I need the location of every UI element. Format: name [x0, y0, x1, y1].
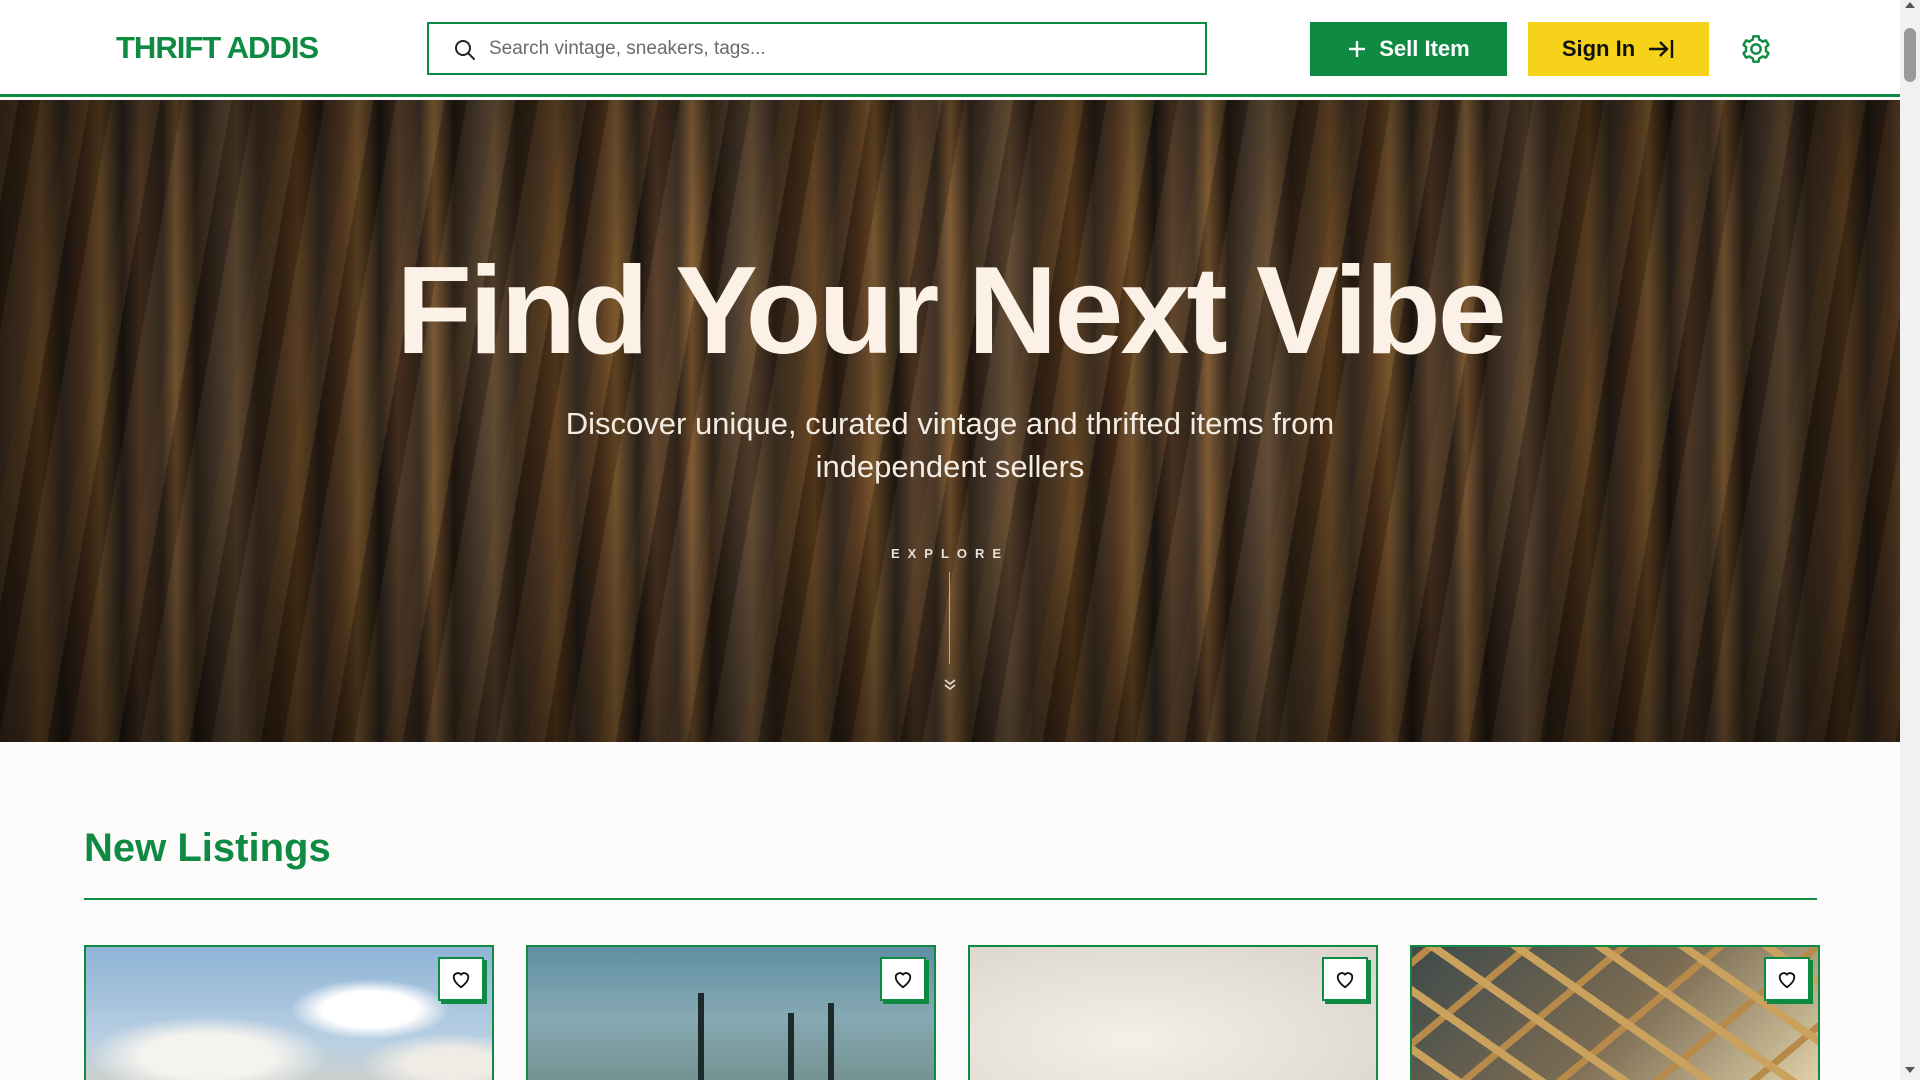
search-icon — [455, 40, 475, 60]
heart-icon — [1778, 972, 1796, 989]
hero-banner: Find Your Next Vibe Discover unique, cur… — [0, 100, 1900, 742]
favorite-button[interactable] — [1322, 957, 1368, 1001]
sign-in-button[interactable]: Sign In — [1528, 22, 1709, 76]
favorite-button[interactable] — [880, 957, 926, 1001]
top-nav: THRIFT ADDIS Sell Item Sign In — [0, 0, 1900, 97]
favorite-button[interactable] — [1764, 957, 1810, 1001]
brand-logo[interactable]: THRIFT ADDIS — [116, 30, 319, 66]
listing-card[interactable] — [84, 945, 494, 1080]
listing-card[interactable] — [1410, 945, 1820, 1080]
listing-image[interactable] — [970, 947, 1376, 1080]
page-scrollbar[interactable] — [1900, 0, 1920, 1080]
chevron-down-icon[interactable] — [942, 676, 958, 692]
search-bar[interactable] — [427, 22, 1207, 75]
listing-image[interactable] — [1412, 947, 1818, 1080]
section-divider — [84, 898, 1817, 900]
listing-card[interactable] — [968, 945, 1378, 1080]
hero-title: Find Your Next Vibe — [396, 242, 1506, 380]
sign-in-label: Sign In — [1561, 36, 1636, 61]
heart-icon — [1336, 972, 1354, 989]
listing-card[interactable] — [526, 945, 936, 1080]
page: THRIFT ADDIS Sell Item Sign In — [0, 0, 1920, 1080]
heart-icon — [894, 972, 912, 989]
login-arrow-icon — [1649, 40, 1674, 58]
palm-tree-shape — [828, 1003, 834, 1080]
scroll-up-arrow[interactable] — [1905, 2, 1915, 8]
explore-label[interactable]: EXPLORE — [0, 546, 1900, 561]
palm-tree-shape — [788, 1013, 794, 1080]
sell-item-label: Sell Item — [1379, 36, 1470, 61]
listing-image[interactable] — [528, 947, 934, 1080]
favorite-button[interactable] — [438, 957, 484, 1001]
new-listings-title: New Listings — [84, 826, 331, 870]
hero-subtitle: Discover unique, curated vintage and thr… — [565, 406, 1335, 484]
plus-icon — [1349, 41, 1366, 57]
scroll-down-arrow[interactable] — [1905, 1067, 1915, 1073]
heart-icon — [452, 972, 470, 989]
scroll-thumb[interactable] — [1904, 28, 1916, 82]
search-input[interactable] — [489, 24, 1189, 73]
listing-image[interactable] — [86, 947, 492, 1080]
palm-tree-shape — [698, 993, 704, 1080]
explore-divider — [949, 572, 950, 664]
sell-item-button[interactable]: Sell Item — [1310, 22, 1507, 76]
gear-icon[interactable] — [1740, 33, 1772, 65]
